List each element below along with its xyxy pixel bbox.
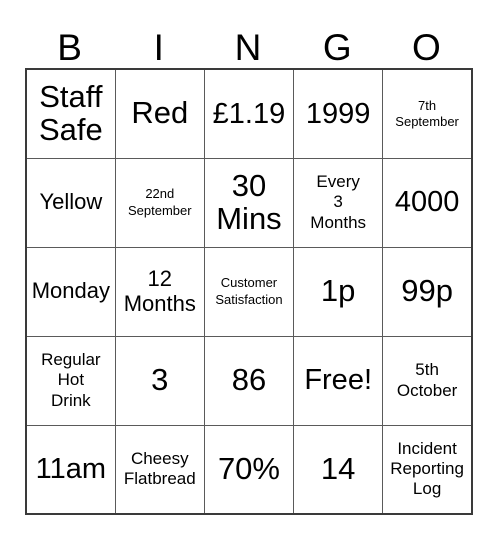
bingo-cell[interactable]: 1p (293, 246, 384, 337)
bingo-cell-label: Every 3 Months (310, 172, 367, 232)
bingo-header-letter-i: I (153, 27, 164, 68)
bingo-cell[interactable]: 12 Months (114, 246, 205, 337)
bingo-grid: Staff Safe Red £1.19 1999 7th September Yellow 2… (25, 68, 473, 515)
bingo-header-row: B I N G O (25, 10, 471, 68)
bingo-row: Yellow 22nd September 30 Mins Every 3 Months 400… (25, 157, 473, 248)
bingo-cell-label: 30 Mins (216, 167, 282, 236)
bingo-cell[interactable]: Customer Satisfaction (203, 246, 295, 337)
bingo-cell[interactable]: Monday (25, 246, 116, 337)
bingo-cell-label: Cheesy Flatbread (123, 449, 196, 489)
bingo-header-letter-o: O (412, 27, 441, 68)
bingo-cell[interactable]: 86 (203, 335, 295, 426)
bingo-cell[interactable]: 99p (382, 246, 473, 337)
bingo-card: B I N G O Staff Safe Red £1.19 1999 7th Septem… (25, 10, 473, 515)
bingo-cell-label: Monday (31, 278, 110, 304)
bingo-cell[interactable]: 30 Mins (203, 157, 295, 248)
bingo-cell[interactable]: Staff Safe (25, 68, 116, 159)
bingo-cell-label: Red (131, 95, 189, 131)
bingo-cell-label: 22nd September (127, 186, 192, 218)
bingo-cell-label: £1.19 (212, 97, 286, 130)
bingo-cell[interactable]: £1.19 (203, 68, 295, 159)
bingo-cell-label: Incident Reporting Log (390, 439, 464, 499)
bingo-cell[interactable]: Incident Reporting Log (382, 424, 473, 515)
bingo-row: Regular Hot Drink 3 86 Free! 5th October (25, 335, 473, 426)
bingo-cell[interactable]: 3 (114, 335, 205, 426)
bingo-row: Monday 12 Months Customer Satisfaction 1p 99p (25, 246, 473, 337)
bingo-cell[interactable]: 14 (293, 424, 384, 515)
bingo-cell-label: 86 (231, 362, 267, 398)
bingo-header-letter-n: N (234, 27, 262, 68)
bingo-cell-label: 11am (35, 453, 107, 486)
bingo-cell[interactable]: Red (114, 68, 205, 159)
bingo-cell-label: 70% (217, 450, 280, 486)
bingo-cell[interactable]: 5th October (382, 335, 473, 426)
bingo-row: 11am Cheesy Flatbread 70% 14 Incident Reportin… (25, 424, 473, 515)
bingo-cell[interactable]: Every 3 Months (293, 157, 384, 248)
bingo-cell[interactable]: Regular Hot Drink (25, 335, 116, 426)
bingo-cell-label: 14 (320, 450, 356, 486)
bingo-cell[interactable]: Free! (293, 335, 384, 426)
bingo-cell-label: Regular Hot Drink (41, 350, 101, 410)
bingo-cell-label: Staff Safe (38, 79, 103, 147)
bingo-cell-label: Free! (304, 364, 372, 397)
bingo-cell[interactable]: Yellow (25, 157, 116, 248)
bingo-cell-label: 12 Months (123, 265, 196, 316)
bingo-cell-label: 4000 (394, 186, 460, 219)
bingo-cell[interactable]: 11am (25, 424, 116, 515)
bingo-cell[interactable]: 7th September (382, 68, 473, 159)
bingo-cell-label: 1p (320, 273, 356, 309)
bingo-cell-label: 3 (151, 362, 169, 398)
bingo-row: Staff Safe Red £1.19 1999 7th September (25, 68, 473, 159)
bingo-cell-label: 7th September (395, 97, 459, 129)
bingo-cell[interactable]: 1999 (293, 68, 384, 159)
bingo-cell[interactable]: 22nd September (114, 157, 205, 248)
bingo-cell-label: Customer Satisfaction (215, 275, 283, 307)
bingo-cell-label: 5th October (396, 360, 458, 400)
bingo-cell-label: 99p (401, 273, 453, 309)
bingo-cell-label: 1999 (305, 97, 371, 130)
bingo-cell[interactable]: 70% (203, 424, 295, 515)
bingo-cell[interactable]: Cheesy Flatbread (114, 424, 205, 515)
bingo-cell-label: Yellow (39, 189, 103, 215)
bingo-header-letter-b: B (57, 27, 82, 68)
bingo-header-letter-g: G (322, 27, 352, 68)
bingo-cell[interactable]: 4000 (382, 157, 473, 248)
